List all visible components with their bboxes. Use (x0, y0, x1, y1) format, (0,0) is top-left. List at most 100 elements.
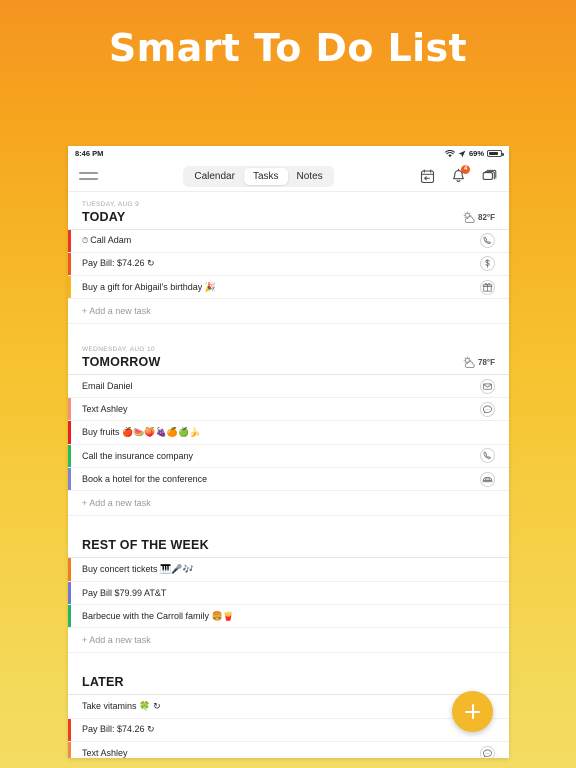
view-tabs: Calendar Tasks Notes (183, 165, 334, 187)
status-time: 8:46 PM (75, 149, 104, 158)
task-row[interactable]: Buy fruits 🍎🍉🍑🍇🍊🍏🍌 (68, 421, 509, 445)
tab-notes[interactable]: Notes (288, 168, 332, 185)
section-title: TOMORROW (82, 354, 161, 369)
hamburger-menu-icon[interactable] (79, 169, 98, 183)
task-label: Take vitamins 🍀 ↻ (82, 700, 161, 712)
task-row[interactable]: Book a hotel for the conference (68, 468, 509, 492)
task-emoji: 🍎🍉🍑🍇🍊🍏🍌 (122, 428, 201, 439)
battery-percent: 69% (468, 149, 484, 158)
task-emoji: ↻ (147, 259, 155, 270)
task-label: Book a hotel for the conference (82, 474, 208, 485)
task-emoji: 🎹🎤🎶 (160, 565, 194, 576)
temperature-value: 78°F (478, 357, 495, 367)
task-label: Text Ashley (82, 748, 128, 758)
sun-behind-cloud-icon (462, 211, 477, 224)
section-gap (68, 653, 509, 667)
task-emoji: 🍀 ↻ (139, 701, 161, 712)
task-row[interactable]: Text Ashley (68, 398, 509, 422)
add-new-task-row[interactable]: + Add a new task (68, 628, 509, 654)
priority-stripe (68, 421, 71, 444)
add-new-task-row[interactable]: + Add a new task (68, 299, 509, 325)
task-label: Text Ashley (82, 404, 128, 415)
section-date: TUESDAY, AUG 9 (82, 201, 140, 208)
task-action-placeholder (480, 609, 495, 624)
priority-stripe (68, 276, 71, 299)
sun-behind-cloud-icon (462, 356, 477, 369)
task-row[interactable]: Pay Bill: $74.26 ↻ (68, 252, 509, 277)
task-row[interactable]: Pay Bill: $74.26 ↻ (68, 718, 509, 742)
task-label: Buy concert tickets 🎹🎤🎶 (82, 564, 194, 576)
add-task-fab[interactable] (452, 691, 493, 732)
priority-stripe (68, 741, 71, 758)
bell-icon[interactable]: 4 (450, 164, 470, 185)
section-header-later: LATER (68, 666, 509, 696)
section-header-tomorrow: WEDNESDAY, AUG 10 TOMORROW 78°F (68, 337, 509, 375)
priority-stripe (68, 558, 71, 581)
tab-calendar[interactable]: Calendar (185, 168, 244, 185)
task-label: Pay Bill $79.99 AT&T (82, 587, 167, 598)
task-row[interactable]: Take vitamins 🍀 ↻ (68, 695, 509, 719)
tab-tasks[interactable]: Tasks (243, 167, 288, 185)
date-picker-icon[interactable] (419, 168, 436, 185)
chat-bubble-icon[interactable] (480, 401, 495, 417)
task-emoji: ↻ (147, 725, 155, 736)
task-label: Pay Bill: $74.26 ↻ (82, 258, 155, 270)
task-row[interactable]: Buy concert tickets 🎹🎤🎶 (68, 558, 509, 582)
priority-stripe (68, 718, 71, 741)
weather-summary: 82°F (462, 211, 495, 224)
page-title: Smart To Do List (108, 26, 468, 70)
phone-icon[interactable] (480, 448, 495, 464)
task-action-placeholder (480, 562, 495, 577)
priority-stripe (68, 229, 71, 252)
section-date: WEDNESDAY, AUG 10 (82, 346, 155, 354)
section-title: TODAY (82, 209, 126, 224)
task-row[interactable]: Call the insurance company (68, 444, 509, 469)
location-arrow-icon (458, 150, 466, 158)
priority-stripe (68, 252, 71, 276)
reminder-icon: ⏱ (82, 236, 89, 246)
priority-stripe (68, 581, 71, 604)
chat-bubble-icon[interactable] (480, 745, 495, 758)
section-title: REST OF THE WEEK (82, 538, 209, 553)
task-label: Barbecue with the Carroll family 🍔🍟 (82, 610, 234, 622)
task-emoji: 🎉 (204, 282, 217, 293)
task-action-placeholder (480, 425, 495, 440)
section-gap (68, 516, 509, 530)
section-title: LATER (82, 675, 124, 690)
task-row[interactable]: ⏱ Call Adam (68, 229, 509, 253)
gift-icon[interactable] (480, 279, 495, 295)
notification-badge: 4 (461, 164, 470, 174)
wifi-icon (445, 149, 455, 158)
status-bar: 8:46 PM 69% (68, 146, 509, 161)
task-label: ⏱ Call Adam (82, 235, 132, 246)
task-emoji: 🍔🍟 (211, 611, 234, 622)
hotel-bed-icon[interactable] (480, 471, 495, 487)
dollar-icon[interactable] (480, 256, 495, 272)
envelope-icon[interactable] (480, 378, 495, 394)
task-label: Pay Bill: $74.26 ↻ (82, 724, 155, 736)
layers-icon[interactable] (481, 168, 498, 185)
task-row[interactable]: Text Ashley (68, 741, 509, 758)
task-list[interactable]: TUESDAY, AUG 9 TODAY 82°F ⏱ Call Adam Pay Bil… (68, 192, 509, 758)
temperature-value: 82°F (478, 212, 495, 222)
add-new-task-row[interactable]: + Add a new task (68, 491, 509, 517)
task-label: Buy a gift for Abigail's birthday 🎉 (82, 281, 217, 293)
task-row[interactable]: Barbecue with the Carroll family 🍔🍟 (68, 604, 509, 629)
section-header-today: TUESDAY, AUG 9 TODAY 82°F (68, 192, 509, 230)
phone-icon[interactable] (480, 233, 495, 249)
section-gap (68, 324, 509, 338)
task-label: Buy fruits 🍎🍉🍑🍇🍊🍏🍌 (82, 427, 201, 439)
battery-icon (487, 150, 504, 157)
section-header-rest-of-the-week: REST OF THE WEEK (68, 529, 509, 559)
priority-stripe (68, 398, 71, 421)
app-navbar: Calendar Tasks Notes 4 (68, 161, 509, 192)
task-row[interactable]: Pay Bill $79.99 AT&T (68, 581, 509, 605)
weather-summary: 78°F (462, 356, 495, 369)
task-action-placeholder (480, 585, 495, 600)
task-label: Call the insurance company (82, 450, 194, 461)
task-row[interactable]: Buy a gift for Abigail's birthday 🎉 (68, 276, 509, 300)
task-label: Email Daniel (82, 381, 133, 392)
task-row[interactable]: Email Daniel (68, 375, 509, 399)
priority-stripe (68, 604, 71, 628)
priority-stripe (68, 468, 71, 491)
